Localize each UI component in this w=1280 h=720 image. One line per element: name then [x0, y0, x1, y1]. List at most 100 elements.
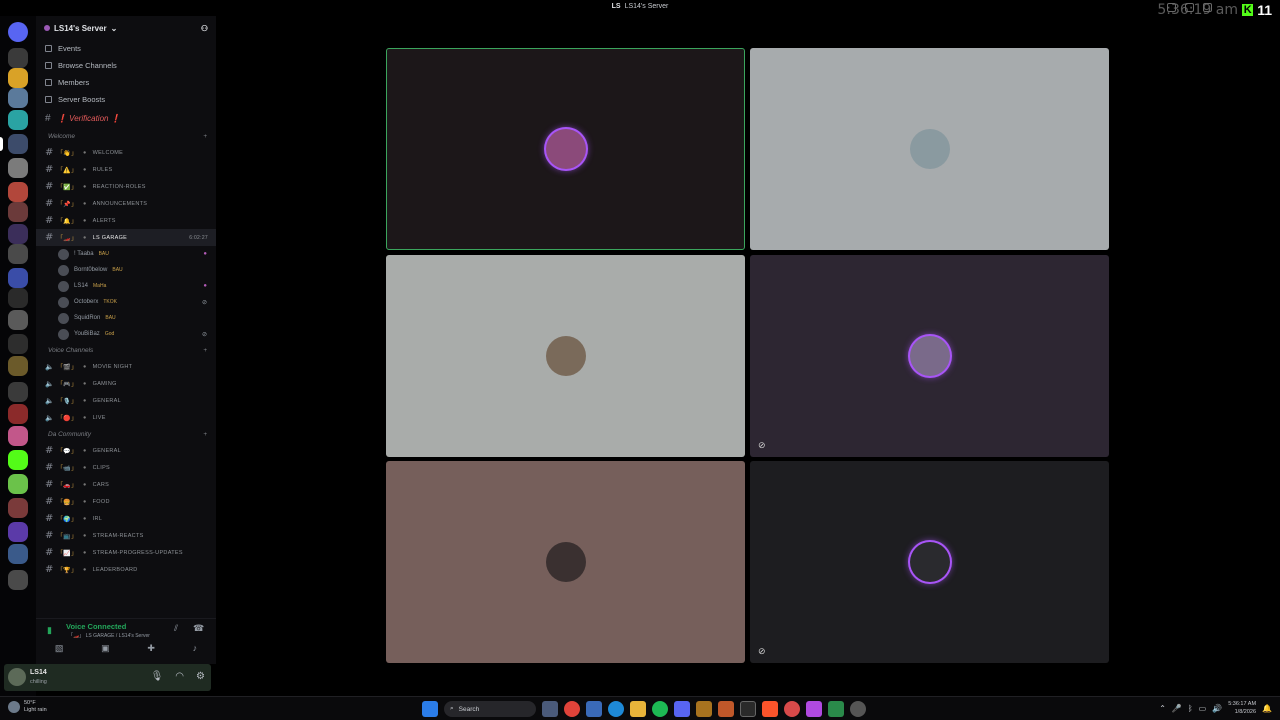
discord-icon[interactable] — [674, 701, 690, 717]
category-welcome[interactable]: Welcome + — [36, 128, 216, 144]
volume-icon[interactable]: 🔊 — [1212, 704, 1222, 713]
server-icon[interactable] — [8, 450, 28, 470]
terminal-icon[interactable] — [740, 701, 756, 717]
server-icon[interactable] — [8, 570, 28, 590]
notification-icon[interactable]: 🔔 — [1262, 704, 1272, 713]
channel-verification[interactable]: # ❗ Verification ❗ — [36, 108, 216, 128]
text-channel[interactable]: # 「✅」 ● REACTION-ROLES — [36, 178, 216, 195]
server-icon[interactable] — [8, 498, 28, 518]
video-tile[interactable] — [386, 48, 745, 250]
text-channel[interactable]: # 「👋」 ● WELCOME — [36, 144, 216, 161]
window-controls[interactable] — [1167, 3, 1212, 12]
voice-channel[interactable]: 🔈 「🎮」 ● GAMING — [36, 375, 216, 392]
voice-member[interactable]: Octoberx TKOK ⊘ — [36, 294, 216, 310]
text-channel[interactable]: # 「🏆」 ● LEADERBOARD — [36, 561, 216, 578]
brave-icon[interactable] — [762, 701, 778, 717]
voice-member[interactable]: SquidRon BAU — [36, 310, 216, 326]
server-icon[interactable] — [8, 268, 28, 288]
server-icon[interactable] — [8, 202, 28, 222]
text-channel[interactable]: # 「🔔」 ● ALERTS — [36, 212, 216, 229]
camera-off-icon[interactable]: ▧ — [55, 643, 64, 654]
voice-channel[interactable]: 🔈 「🎬」 ● MOVIE NIGHT — [36, 358, 216, 375]
server-icon[interactable] — [8, 158, 28, 178]
text-channel[interactable]: # 「📌」 ● ANNOUNCEMENTS — [36, 195, 216, 212]
server-icon[interactable] — [8, 110, 28, 130]
server-icon[interactable] — [8, 356, 28, 376]
sidebar-nav-item[interactable]: Events — [36, 40, 216, 57]
server-icon[interactable] — [8, 382, 28, 402]
text-channel[interactable]: # 「🏎️」 ● LS GARAGE 6:02:27 — [36, 229, 216, 246]
voice-member[interactable]: LS14 MaHa ● — [36, 278, 216, 294]
inbox-icon[interactable] — [1167, 3, 1176, 12]
restore-icon[interactable] — [1185, 3, 1194, 12]
microphone-icon[interactable]: 🎙 — [151, 671, 164, 682]
windows-start-icon[interactable] — [422, 701, 438, 717]
add-channel-icon[interactable]: + — [203, 347, 207, 354]
text-channel[interactable]: # 「📺」 ● STREAM-REACTS — [36, 527, 216, 544]
voice-channel[interactable]: 🔈 「🎙️」 ● GENERAL — [36, 392, 216, 409]
task-view-icon[interactable] — [586, 701, 602, 717]
copilot-icon[interactable] — [542, 701, 558, 717]
server-icon[interactable] — [8, 88, 28, 108]
server-header[interactable]: LS14's Server ⌄ ⚇ — [36, 16, 216, 40]
screen-share-icon[interactable]: ▣ — [101, 643, 110, 654]
server-icon[interactable] — [8, 334, 28, 354]
text-channel[interactable]: # 「⚠️」 ● RULES — [36, 161, 216, 178]
spotify-icon[interactable] — [652, 701, 668, 717]
edge-icon[interactable] — [608, 701, 624, 717]
vlc-icon[interactable] — [718, 701, 734, 717]
video-tile[interactable] — [386, 255, 745, 457]
activities-icon[interactable]: ✚ — [147, 643, 155, 654]
taskbar-search[interactable]: ⌕ Search — [444, 701, 536, 717]
text-channel[interactable]: # 「💬」 ● GENERAL — [36, 442, 216, 459]
server-icon[interactable] — [8, 182, 28, 202]
voice-member[interactable]: ! Taaba BAU ● — [36, 246, 216, 262]
server-icon[interactable] — [8, 244, 28, 264]
voice-location[interactable]: 「🏎️」 LS GARAGE / LS14's Server — [68, 632, 150, 639]
invite-icon[interactable]: ⚇ — [201, 24, 208, 33]
noise-suppression-icon[interactable]: ⫽ — [174, 623, 178, 634]
settings-icon[interactable] — [850, 701, 866, 717]
server-icon[interactable] — [8, 134, 28, 154]
video-tile[interactable] — [386, 461, 745, 663]
server-icon[interactable] — [8, 68, 28, 88]
avatar[interactable] — [8, 668, 26, 686]
text-channel[interactable]: # 「📈」 ● STREAM-PROGRESS-UPDATES — [36, 544, 216, 561]
category-community[interactable]: Da Community + — [36, 426, 216, 442]
bluetooth-icon[interactable]: ᛒ — [1188, 704, 1193, 713]
text-channel[interactable]: # 「📹」 ● CLIPS — [36, 459, 216, 476]
app-icon[interactable] — [696, 701, 712, 717]
signal-icon[interactable]: ▮ — [47, 625, 56, 635]
discord-home-icon[interactable] — [8, 22, 28, 42]
category-voice[interactable]: Voice Channels + — [36, 342, 216, 358]
server-icon[interactable] — [8, 474, 28, 494]
chevron-up-icon[interactable]: ⌃ — [1159, 704, 1166, 713]
excel-icon[interactable] — [828, 701, 844, 717]
gear-icon[interactable]: ⚙ — [196, 671, 205, 682]
video-tile[interactable]: ⊘ — [750, 461, 1109, 663]
disconnect-icon[interactable]: ☎ — [193, 623, 204, 634]
video-tile[interactable] — [750, 48, 1109, 250]
taskbar-clock[interactable]: 5:36:17 AM 1/8/2026 — [1228, 700, 1256, 716]
username[interactable]: LS14 — [30, 669, 47, 676]
add-channel-icon[interactable]: + — [203, 133, 207, 140]
streamer-app-icon[interactable] — [806, 701, 822, 717]
voice-member[interactable]: YouBiBaz God ⊘ — [36, 326, 216, 342]
server-icon[interactable] — [8, 310, 28, 330]
soundboard-icon[interactable]: ♪ — [193, 643, 198, 654]
server-icon[interactable] — [8, 48, 28, 68]
voice-member[interactable]: Bornt0below BAU — [36, 262, 216, 278]
video-tile[interactable]: ⊘ — [750, 255, 1109, 457]
add-channel-icon[interactable]: + — [203, 431, 207, 438]
chrome-icon[interactable] — [564, 701, 580, 717]
weather-widget[interactable]: 50°F Light rain — [8, 700, 47, 714]
opera-icon[interactable] — [784, 701, 800, 717]
server-icon[interactable] — [8, 288, 28, 308]
file-explorer-icon[interactable] — [630, 701, 646, 717]
server-icon[interactable] — [8, 544, 28, 564]
sidebar-nav-item[interactable]: Server Boosts — [36, 91, 216, 108]
help-icon[interactable] — [1203, 3, 1212, 12]
network-icon[interactable]: ▭ — [1199, 704, 1207, 713]
server-icon[interactable] — [8, 404, 28, 424]
sidebar-nav-item[interactable]: Browse Channels — [36, 57, 216, 74]
